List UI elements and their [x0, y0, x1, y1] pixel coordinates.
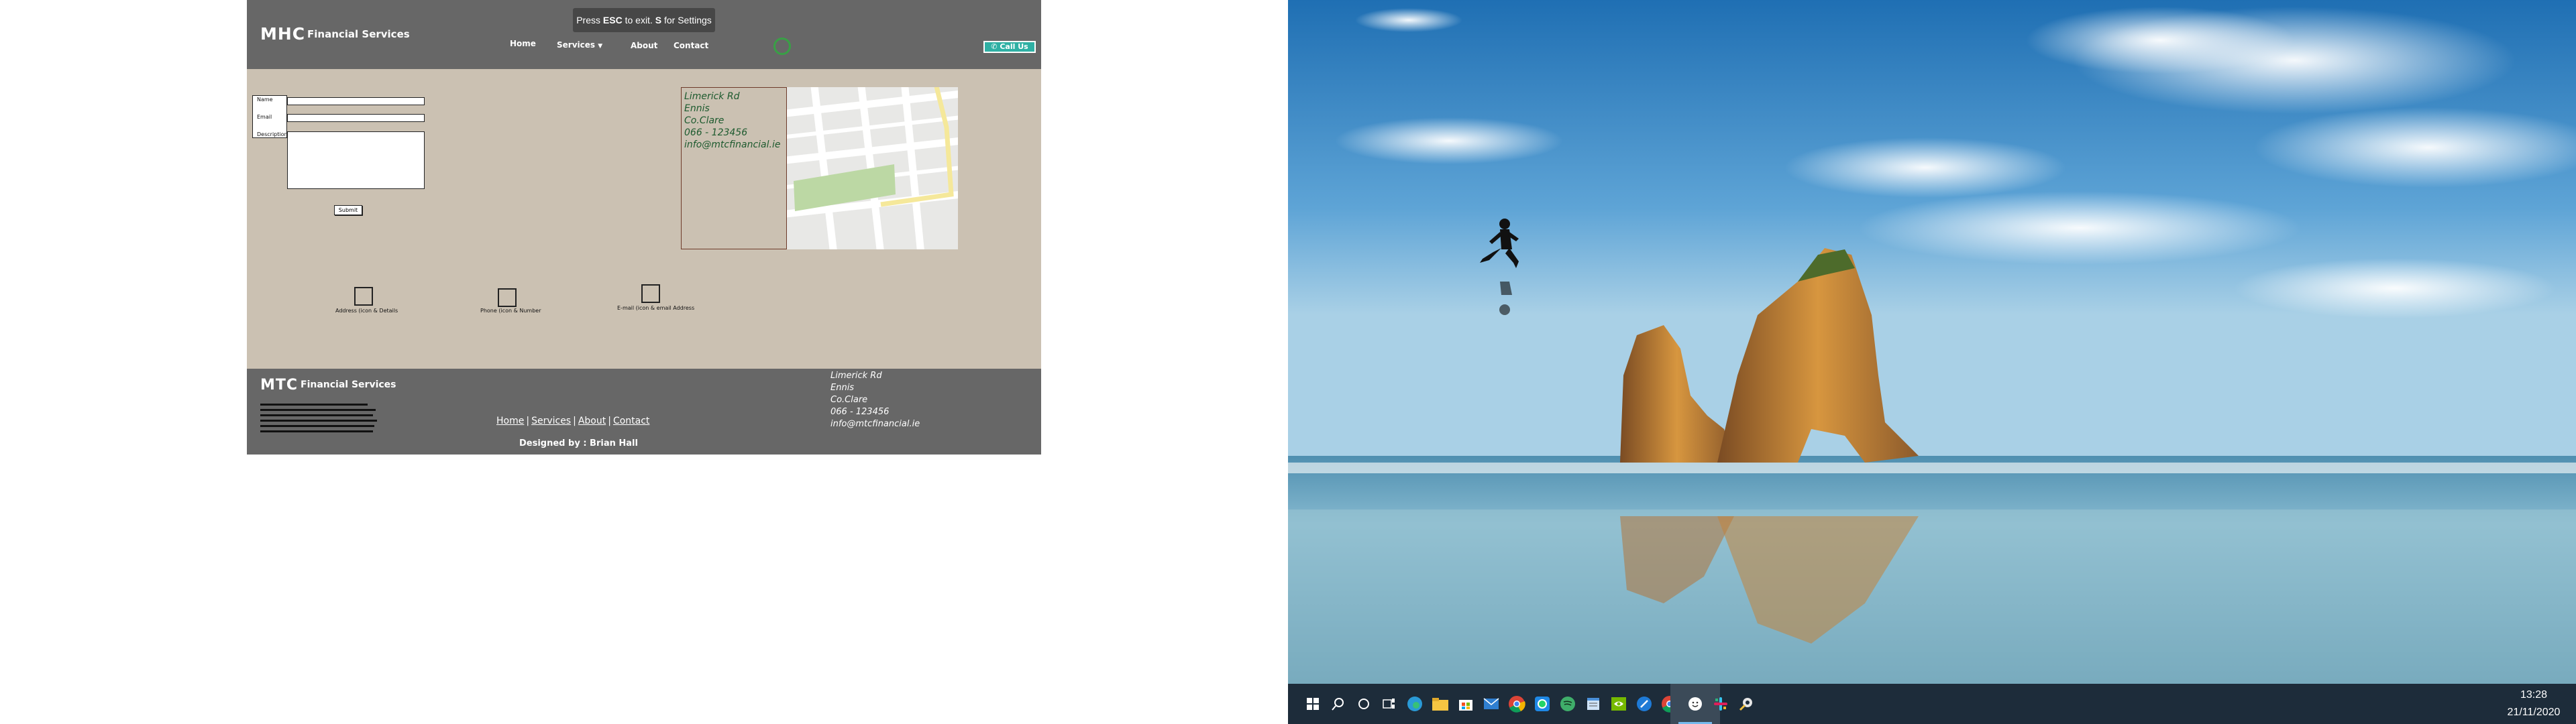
email-label: Email: [257, 114, 272, 120]
toast-settings-key: S: [655, 15, 662, 25]
footer-nav: Home | Services | About | Contact: [496, 416, 650, 426]
nav-about[interactable]: About: [631, 41, 657, 50]
submit-button[interactable]: Submit: [334, 205, 362, 215]
footer-link-home[interactable]: Home: [496, 416, 524, 426]
fullscreen-exit-toast: Press ESC to exit. S for Settings: [573, 8, 715, 32]
map-graphic: [787, 87, 958, 249]
footer-address-line: Ennis: [830, 383, 855, 393]
name-label: Name: [257, 97, 273, 103]
clock-date: 21/11/2020: [2507, 707, 2561, 718]
description-textarea[interactable]: [287, 131, 425, 189]
location-map[interactable]: [787, 87, 958, 249]
toast-esc-key: ESC: [602, 15, 623, 25]
header-logo[interactable]: MHC: [260, 24, 305, 44]
address-text: Limerick Rd Ennis Co.Clare 066 - 123456 …: [684, 90, 780, 151]
nav-services-label: Services: [557, 40, 596, 50]
footer-address: Limerick Rd Ennis Co.Clare 066 - 123456 …: [830, 370, 920, 430]
footer-link-contact[interactable]: Contact: [613, 416, 649, 426]
site-footer: MTC Financial Services Home | Services | Abo…: [247, 369, 1041, 455]
designed-by: Designed by : Brian Hall: [519, 438, 638, 448]
toast-text-3: for Settings: [661, 15, 712, 25]
system-clock[interactable]: 13:28 21/11/2020: [2497, 686, 2571, 721]
address-line: Ennis: [684, 103, 710, 114]
footer-address-email[interactable]: info@mtcfinancial.ie: [830, 418, 920, 430]
phone-icon: [498, 288, 517, 307]
desktop: [1288, 0, 2576, 724]
name-field[interactable]: [287, 97, 425, 105]
description-label: Description: [257, 131, 288, 137]
green-circle-button[interactable]: [773, 38, 791, 55]
address-line: Co.Clare: [684, 115, 724, 126]
footer-link-about[interactable]: About: [578, 416, 606, 426]
screen: MHC Financial Services Home Services ▼ A…: [0, 0, 2576, 724]
email-icon: [641, 284, 660, 303]
site-header: MHC Financial Services Home Services ▼ A…: [247, 0, 1041, 69]
address-phone: 066 - 123456: [684, 127, 748, 138]
address-icon: [354, 287, 373, 306]
address-email[interactable]: info@mtcfinancial.ie: [684, 139, 780, 151]
chevron-down-icon: ▼: [598, 43, 603, 50]
footer-logo: MTC: [260, 377, 299, 394]
email-field[interactable]: [287, 114, 425, 122]
email-icon-label: E-mail (icon & email Address: [617, 305, 695, 311]
address-line: Limerick Rd: [684, 91, 740, 102]
call-us-button[interactable]: ✆ Call Us: [983, 41, 1036, 53]
footer-address-phone: 066 - 123456: [830, 407, 890, 417]
toast-text-2: to exit.: [622, 15, 655, 25]
website-page: MHC Financial Services Home Services ▼ A…: [247, 0, 1041, 455]
footer-link-services[interactable]: Services: [531, 416, 571, 426]
call-us-label: Call Us: [1000, 42, 1028, 51]
phone-icon: ✆: [991, 42, 998, 51]
nav-contact[interactable]: Contact: [674, 41, 708, 50]
footer-address-line: Limerick Rd: [830, 371, 882, 381]
footer-company-name: Financial Services: [301, 379, 396, 390]
toast-text-1: Press: [576, 15, 603, 25]
clock-time: 13:28: [2520, 689, 2548, 701]
address-icon-label: Address (icon & Details: [335, 308, 398, 314]
windows-taskbar: 13:28 21/11/2020: [1288, 684, 2576, 724]
header-company-name: Financial Services: [307, 28, 410, 40]
phone-icon-label: Phone (icon & Number: [480, 308, 541, 314]
settings-tool-button[interactable]: [1721, 684, 1771, 724]
nav-services[interactable]: Services ▼: [557, 40, 602, 50]
desktop-wallpaper: [1288, 0, 2576, 684]
nav-home[interactable]: Home: [510, 39, 536, 48]
footer-address-line: Co.Clare: [830, 395, 868, 405]
settings-tool-icon: [1739, 698, 1752, 711]
address-box: Limerick Rd Ennis Co.Clare 066 - 123456 …: [681, 87, 787, 249]
